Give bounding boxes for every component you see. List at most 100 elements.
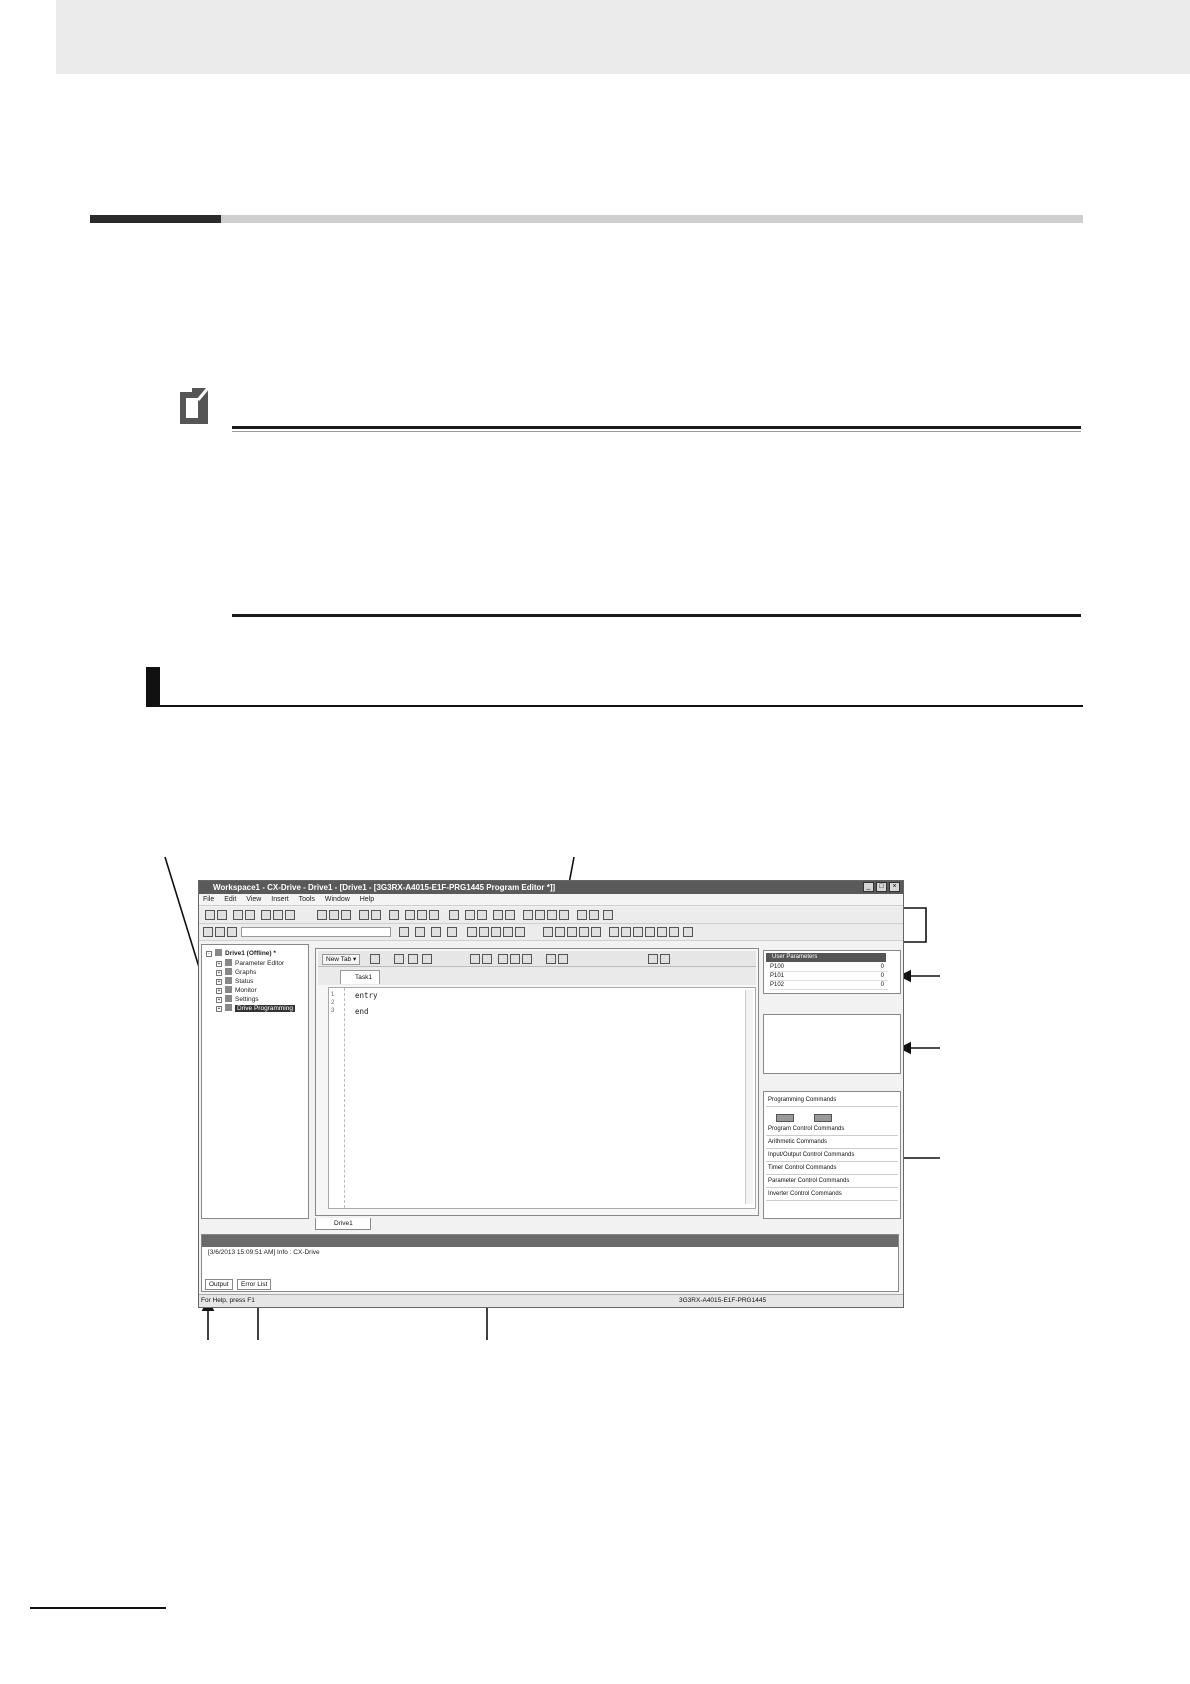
watch-icon[interactable] [591,927,601,937]
cut-icon[interactable] [261,910,271,920]
search-icon[interactable] [657,927,667,937]
command-icon[interactable] [776,1114,794,1122]
user-param-row[interactable]: P100 0 [770,963,888,972]
menu-window[interactable]: Window [325,896,350,903]
code-scrollbar[interactable] [745,990,753,1204]
tab-output[interactable]: Output [205,1279,233,1290]
redo-icon[interactable] [482,954,492,964]
new-tab-button[interactable]: New Tab ▾ [322,954,361,965]
variable-icon[interactable] [579,927,589,937]
offline-icon[interactable] [417,910,427,920]
settings-icon[interactable] [603,910,613,920]
maximize-button[interactable]: □ [876,882,887,892]
code-area[interactable]: 1 2 3 entry end [328,987,756,1209]
user-param-row[interactable]: P102 0 [770,981,888,990]
expand-icon[interactable]: + [216,970,222,976]
online-icon[interactable] [405,910,415,920]
expand-icon[interactable]: + [216,997,222,1003]
clipboard-icon[interactable] [543,927,553,937]
menu-tools[interactable]: Tools [299,896,315,903]
compile-icon[interactable] [203,927,213,937]
expand-icon[interactable]: + [216,1006,222,1012]
indent-icon[interactable] [467,927,477,937]
binoculars-icon[interactable] [389,910,399,920]
monitor-icon[interactable] [341,910,351,920]
new-file-icon[interactable] [394,954,404,964]
menu-help[interactable]: Help [360,896,374,903]
run-icon[interactable] [523,910,533,920]
tree-item-monitor[interactable]: + Monitor [216,986,257,995]
graph-icon[interactable] [329,910,339,920]
menu-view[interactable]: View [246,896,261,903]
close-button[interactable]: × [889,882,900,892]
chart-icon[interactable] [621,927,631,937]
table-icon[interactable] [669,927,679,937]
io-icon[interactable] [633,927,643,937]
transfer-icon[interactable] [215,927,225,937]
menu-insert[interactable]: Insert [271,896,289,903]
tree-item-settings[interactable]: + Settings [216,995,259,1004]
edit-icon[interactable] [555,927,565,937]
command-icon[interactable] [814,1114,832,1122]
menu-edit[interactable]: Edit [224,896,236,903]
tree-root[interactable]: - Drive1 (Offline) * [206,949,276,958]
save-file-icon[interactable] [422,954,432,964]
comment-icon[interactable] [491,927,501,937]
paste-icon[interactable] [522,954,532,964]
watch-panel[interactable] [763,1014,901,1074]
tab-error-list[interactable]: Error List [237,1279,272,1290]
outdent-icon[interactable] [479,927,489,937]
close-tab-icon[interactable] [370,954,380,964]
paste-icon[interactable] [285,910,295,920]
compile-icon[interactable] [660,954,670,964]
program-control-commands[interactable]: Program Control Commands [766,1123,898,1136]
open-file-icon[interactable] [408,954,418,964]
copy-icon[interactable] [273,910,283,920]
tree-item-drive-programming[interactable]: + Drive Programming [216,1004,295,1013]
tree-item-parameter-editor[interactable]: + Parameter Editor [216,959,284,968]
params-icon[interactable] [609,927,619,937]
step-icon[interactable] [415,927,425,937]
stop-icon[interactable] [505,910,515,920]
download-icon[interactable] [449,910,459,920]
tab-drive1[interactable]: Drive1 [315,1218,371,1230]
print-icon[interactable] [359,910,369,920]
uncomment-icon[interactable] [503,927,513,937]
zoom-in-icon[interactable] [535,910,545,920]
step-over-icon[interactable] [431,927,441,937]
expand-icon[interactable]: + [216,988,222,994]
cut-icon[interactable] [498,954,508,964]
menu-file[interactable]: File [203,896,214,903]
program-select-dropdown[interactable] [241,927,391,937]
add-icon[interactable] [577,910,587,920]
properties-icon[interactable] [648,954,658,964]
save-all-icon[interactable] [245,910,255,920]
zoom-out-icon[interactable] [547,910,557,920]
command-category[interactable]: Timer Control Commands [766,1162,898,1175]
expand-icon[interactable]: + [216,979,222,985]
replace-icon[interactable] [558,954,568,964]
pencil-icon[interactable] [567,927,577,937]
command-category[interactable]: Arithmetic Commands [766,1136,898,1149]
timer-icon[interactable] [645,927,655,937]
command-category[interactable]: Inverter Control Commands [766,1188,898,1201]
warning-icon[interactable] [399,927,409,937]
user-param-row[interactable]: P101 0 [770,972,888,981]
tree-item-status[interactable]: + Status [216,977,253,986]
save-icon[interactable] [233,910,243,920]
window-icon[interactable] [317,910,327,920]
command-category[interactable]: Input/Output Control Commands [766,1149,898,1162]
refresh-icon[interactable] [559,910,569,920]
delete-icon[interactable] [447,927,457,937]
document-icon[interactable] [589,910,599,920]
drive-icon[interactable] [493,910,503,920]
command-category[interactable]: Parameter Control Commands [766,1175,898,1188]
copy-icon[interactable] [510,954,520,964]
print-preview-icon[interactable] [371,910,381,920]
open-icon[interactable] [217,910,227,920]
calculator-icon[interactable] [683,927,693,937]
minimize-button[interactable]: _ [863,882,874,892]
bookmark-icon[interactable] [515,927,525,937]
find-icon[interactable] [546,954,556,964]
undo-icon[interactable] [470,954,480,964]
